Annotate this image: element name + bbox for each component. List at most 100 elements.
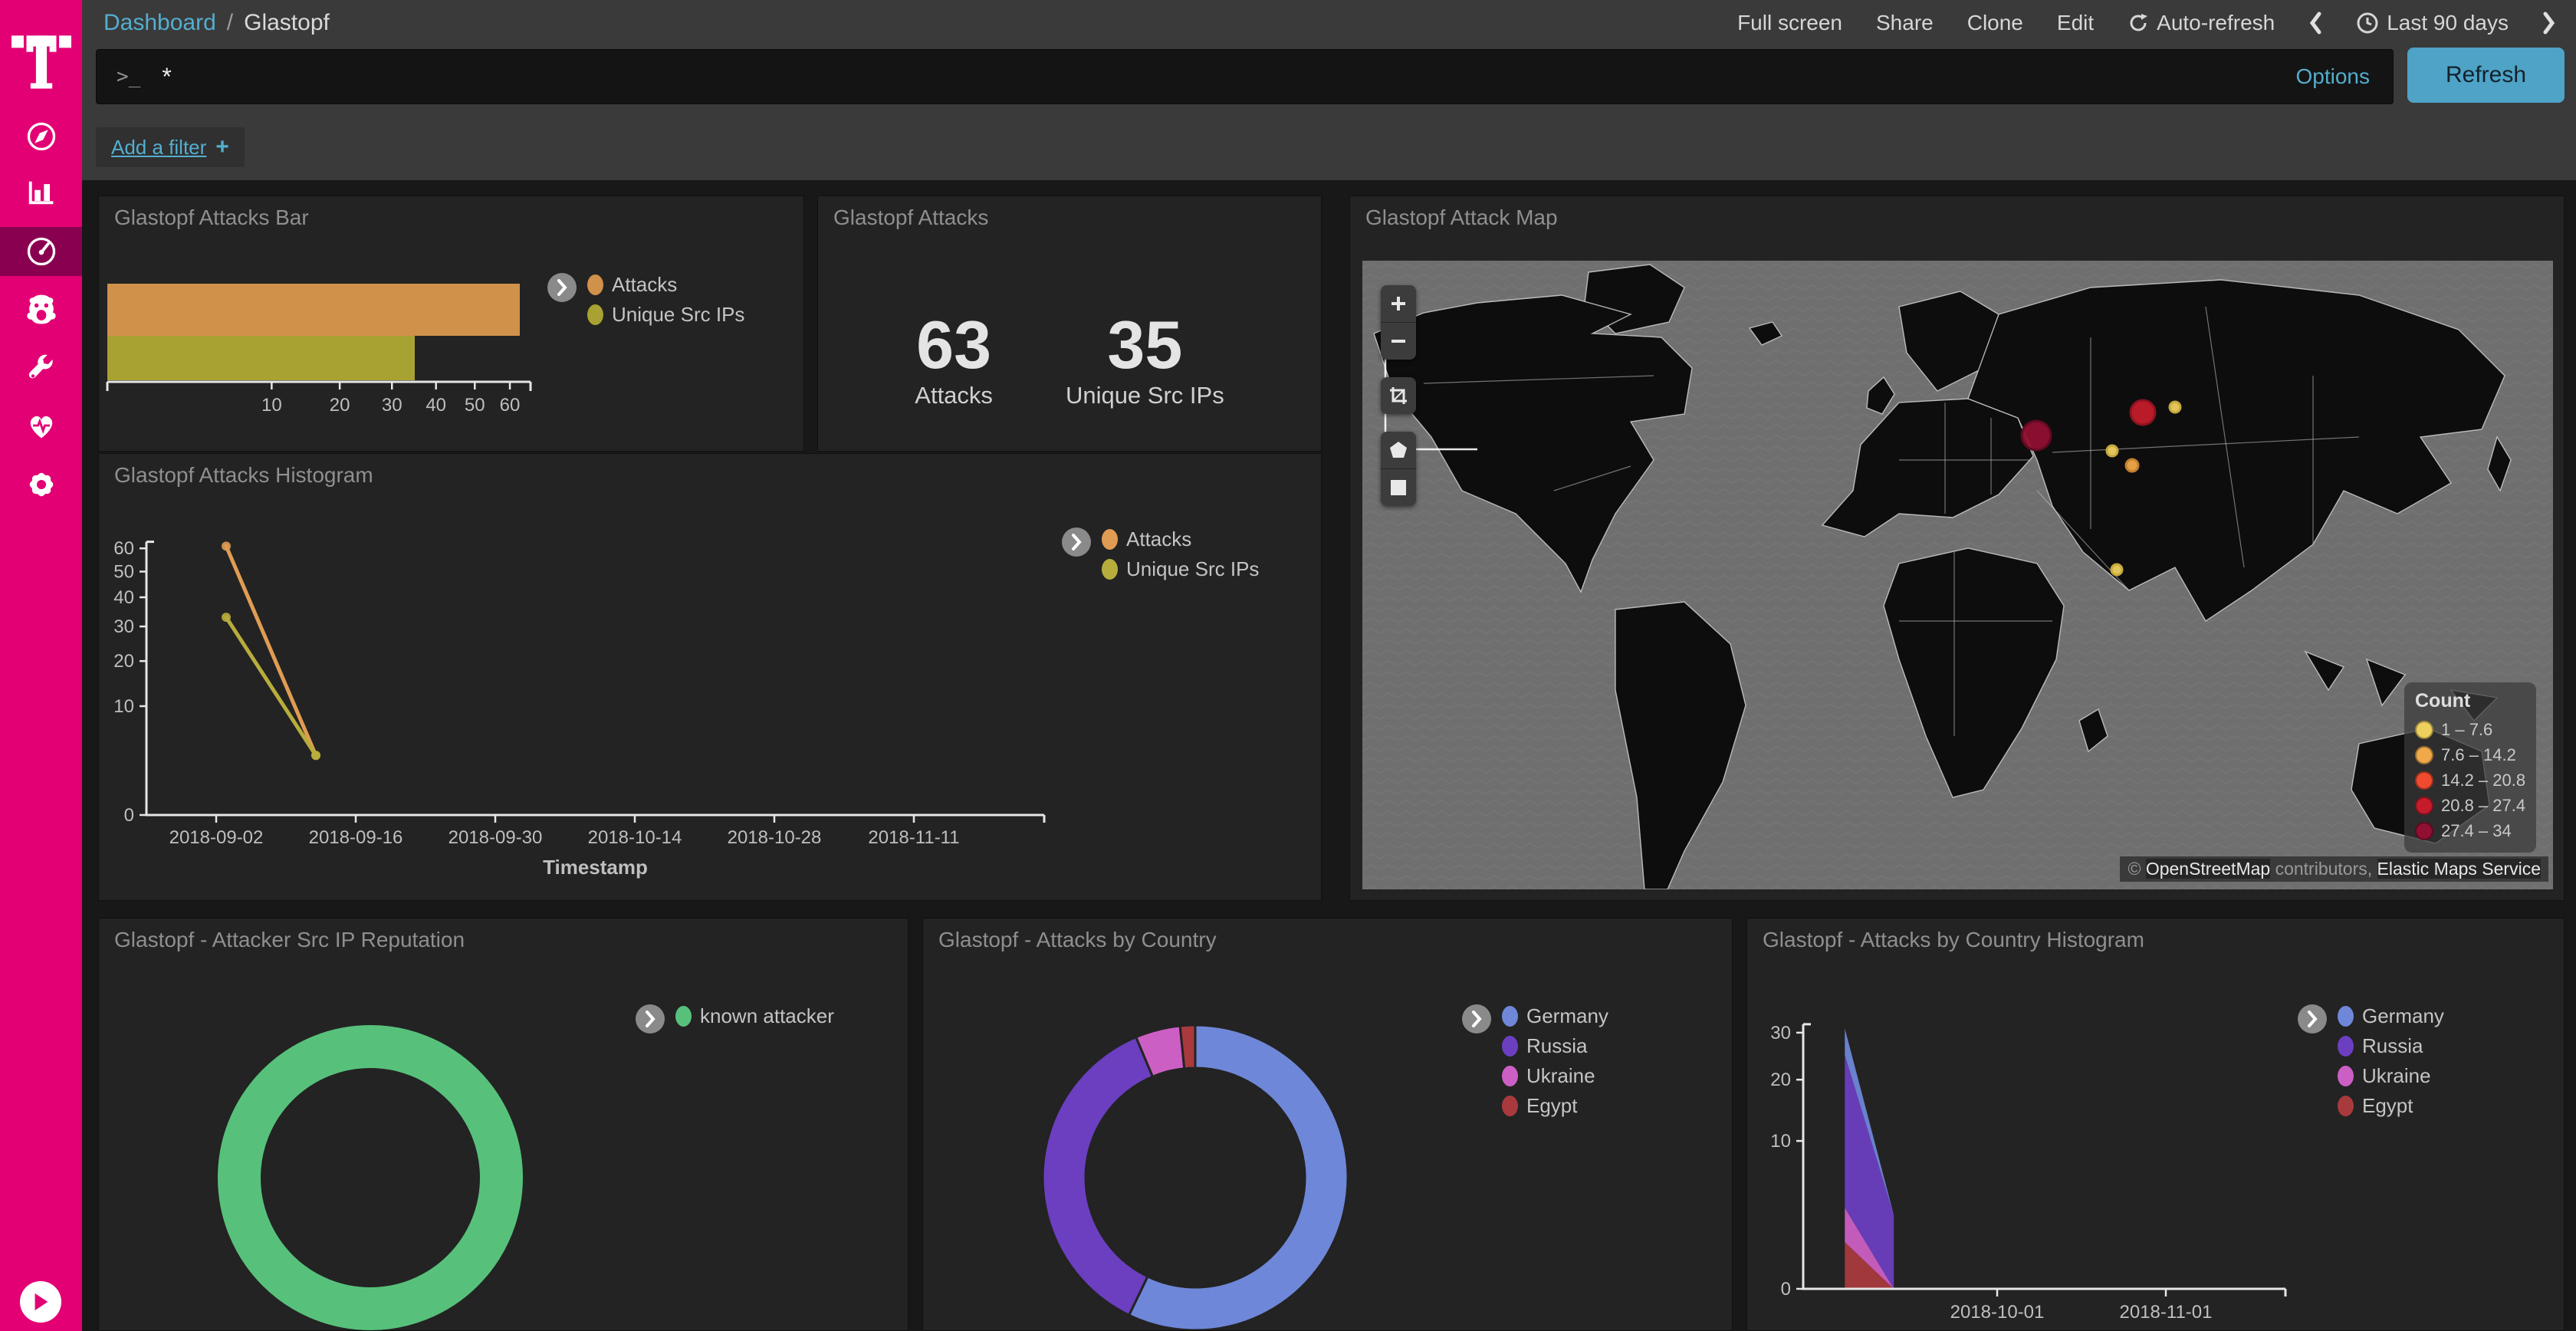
legend-item[interactable]: Russia bbox=[2338, 1034, 2444, 1057]
legend-item[interactable]: Ukraine bbox=[1502, 1064, 1608, 1087]
svg-text:10: 10 bbox=[261, 395, 282, 416]
map-zoom-in-button[interactable] bbox=[1381, 285, 1416, 322]
legend-dot bbox=[587, 274, 603, 295]
map-legend-dot bbox=[2415, 746, 2433, 764]
map-legend-item: 27.4 – 34 bbox=[2415, 818, 2536, 843]
map-legend-label: 7.6 – 14.2 bbox=[2441, 745, 2516, 765]
attribution-text: © bbox=[2128, 859, 2145, 879]
legend-item[interactable]: Russia bbox=[1502, 1034, 1608, 1057]
panel-title: Glastopf - Attacker Src IP Reputation bbox=[114, 928, 465, 952]
metric-attacks: 63 Attacks bbox=[915, 311, 993, 409]
sidebar-item-discover[interactable] bbox=[0, 112, 82, 161]
sidebar-item-dashboard[interactable] bbox=[0, 227, 82, 276]
svg-text:0: 0 bbox=[1781, 1279, 1791, 1300]
svg-text:40: 40 bbox=[426, 395, 446, 416]
map-count-legend: Count 1 – 7.67.6 – 14.214.2 – 20.820.8 –… bbox=[2404, 682, 2536, 853]
share-button[interactable]: Share bbox=[1876, 11, 1934, 35]
map-zoom-controls bbox=[1381, 285, 1416, 360]
attribution-link[interactable]: Elastic Maps Service bbox=[2377, 859, 2541, 879]
attribution-text: contributors, bbox=[2270, 859, 2377, 879]
legend-item[interactable]: Attacks bbox=[1102, 527, 1259, 550]
sidebar-item-devtools[interactable] bbox=[0, 343, 82, 393]
telekom-logo[interactable] bbox=[0, 14, 82, 98]
sidebar-item-management[interactable] bbox=[0, 460, 82, 509]
breadcrumb-dashboard-link[interactable]: Dashboard bbox=[104, 10, 216, 36]
svg-text:20: 20 bbox=[113, 651, 134, 672]
sidebar-expand-button[interactable] bbox=[20, 1281, 61, 1323]
legend-dot bbox=[1102, 559, 1118, 580]
panel-attacks-metric: Glastopf Attacks 63 Attacks 35 Unique Sr… bbox=[817, 196, 1322, 452]
map-attribution: © OpenStreetMap contributors, Elastic Ma… bbox=[2120, 856, 2548, 882]
map-fit-data-button[interactable] bbox=[1381, 377, 1416, 414]
legend-item[interactable]: Germany bbox=[2338, 1004, 2444, 1027]
panel-country-histogram: Glastopf - Attacks by Country Histogram … bbox=[1746, 918, 2564, 1331]
gear-icon bbox=[25, 468, 58, 501]
legend-item[interactable]: Unique Src IPs bbox=[1102, 557, 1259, 580]
sidebar-item-monitoring[interactable] bbox=[0, 401, 82, 450]
legend-label: Ukraine bbox=[1526, 1064, 1595, 1088]
clone-button[interactable]: Clone bbox=[1967, 11, 2023, 35]
panel-attack-map: Glastopf Attack Map bbox=[1349, 196, 2564, 901]
legend-toggle-icon[interactable] bbox=[1462, 1004, 1491, 1034]
legend-item[interactable]: Ukraine bbox=[2338, 1064, 2444, 1087]
legend-item[interactable]: Unique Src IPs bbox=[587, 303, 744, 326]
world-map[interactable]: Count 1 – 7.67.6 – 14.214.2 – 20.820.8 –… bbox=[1362, 261, 2553, 889]
options-link[interactable]: Options bbox=[2296, 64, 2371, 89]
svg-text:20: 20 bbox=[1770, 1070, 1791, 1090]
time-forward-button[interactable] bbox=[2542, 12, 2556, 35]
legend-item[interactable]: known attacker bbox=[675, 1004, 834, 1027]
legend-label: Germany bbox=[1526, 1004, 1608, 1028]
legend-label: Russia bbox=[2362, 1034, 2423, 1058]
svg-text:30: 30 bbox=[113, 616, 134, 637]
fullscreen-button[interactable]: Full screen bbox=[1737, 11, 1842, 35]
legend-label: Attacks bbox=[1126, 527, 1191, 551]
metric-group: 63 Attacks 35 Unique Src IPs bbox=[818, 311, 1321, 409]
metric-unique-src-ips: 35 Unique Src IPs bbox=[1066, 311, 1224, 409]
legend-dot bbox=[2338, 1036, 2354, 1057]
legend-dot bbox=[2338, 1066, 2354, 1086]
add-filter-button[interactable]: Add a filter + bbox=[96, 127, 245, 167]
timepicker-button[interactable]: Last 90 days bbox=[2356, 11, 2509, 35]
search-bar[interactable]: >_ * Options bbox=[96, 49, 2394, 104]
map-legend-dot bbox=[2415, 771, 2433, 790]
attacks-histogram-chart[interactable]: 01020304050602018-09-022018-09-162018-09… bbox=[99, 454, 1322, 901]
sidebar-item-timelion[interactable] bbox=[0, 284, 82, 334]
auto-refresh-button[interactable]: Auto-refresh bbox=[2128, 11, 2275, 35]
draw-polygon-button[interactable] bbox=[1381, 432, 1416, 468]
refresh-button[interactable]: Refresh bbox=[2407, 48, 2564, 103]
legend-toggle-icon[interactable] bbox=[636, 1004, 665, 1034]
legend-dot bbox=[2338, 1006, 2354, 1027]
attribution-link[interactable]: OpenStreetMap bbox=[2146, 859, 2270, 879]
telekom-t-icon bbox=[12, 23, 71, 89]
legend: Germany Russia Ukraine Egypt bbox=[1462, 1004, 1608, 1117]
legend-dot bbox=[587, 304, 603, 325]
search-query-input[interactable]: * bbox=[162, 63, 2295, 91]
chevron-right-icon bbox=[2542, 12, 2556, 35]
top-nav: Dashboard / Glastopf Full screen Share C… bbox=[82, 0, 2576, 46]
legend-toggle-icon[interactable] bbox=[547, 273, 577, 302]
map-legend-item: 20.8 – 27.4 bbox=[2415, 793, 2536, 818]
legend-dot bbox=[1502, 1066, 1518, 1086]
plus-icon: + bbox=[215, 134, 229, 160]
legend-item[interactable]: Attacks bbox=[587, 273, 744, 296]
country-histogram-chart[interactable]: 01020302018-10-012018-11-01Timestamp bbox=[1747, 919, 2564, 1331]
legend-toggle-icon[interactable] bbox=[2298, 1004, 2327, 1034]
legend-item[interactable]: Germany bbox=[1502, 1004, 1608, 1027]
legend-toggle-icon[interactable] bbox=[1062, 527, 1091, 557]
svg-text:2018-10-14: 2018-10-14 bbox=[588, 827, 682, 848]
edit-button[interactable]: Edit bbox=[2057, 11, 2094, 35]
draw-rectangle-button[interactable] bbox=[1381, 469, 1416, 506]
time-back-button[interactable] bbox=[2308, 12, 2322, 35]
legend-dot bbox=[1502, 1036, 1518, 1057]
legend-item[interactable]: Egypt bbox=[2338, 1094, 2444, 1117]
country-donut-chart[interactable] bbox=[923, 919, 1733, 1331]
timelion-lion-icon bbox=[24, 291, 59, 327]
map-canvas bbox=[1362, 261, 2553, 889]
map-zoom-out-button[interactable] bbox=[1381, 323, 1416, 360]
sidebar-item-visualize[interactable] bbox=[0, 167, 82, 216]
crop-icon bbox=[1389, 386, 1408, 405]
panel-attacks-bar: Glastopf Attacks Bar 102030405060 Attack… bbox=[98, 196, 804, 452]
legend-item[interactable]: Egypt bbox=[1502, 1094, 1608, 1117]
svg-text:30: 30 bbox=[382, 395, 402, 416]
reputation-donut-chart[interactable] bbox=[99, 919, 909, 1331]
